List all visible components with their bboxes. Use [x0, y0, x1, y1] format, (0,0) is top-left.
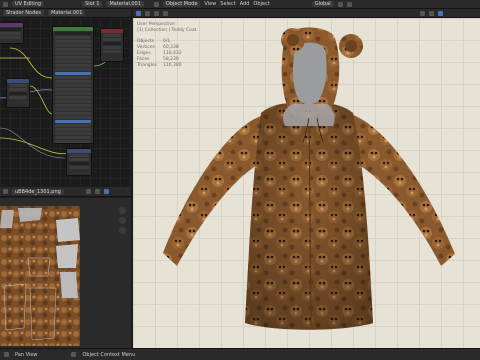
menu-select[interactable]: Select: [220, 1, 235, 7]
select-mode-icon[interactable]: [145, 10, 150, 16]
material-select[interactable]: Material.001: [106, 1, 144, 7]
pan-icon[interactable]: [119, 217, 126, 224]
uv-editor-header: uBB4de_1301.png: [0, 187, 131, 197]
principled-bsdf-node[interactable]: [52, 26, 94, 144]
node-editor[interactable]: [0, 18, 131, 186]
status-left-hint: Pan View: [15, 351, 38, 358]
select-mode-icon[interactable]: [154, 10, 159, 16]
uv-editor[interactable]: [0, 198, 131, 348]
proportional-edit-icon[interactable]: [346, 1, 352, 7]
status-right-hint: Object Context Menu: [82, 351, 136, 358]
pin-icon[interactable]: [94, 189, 100, 194]
transform-orientation-select[interactable]: Global: [311, 1, 334, 7]
texture-node[interactable]: [0, 22, 24, 44]
image-editor-icon[interactable]: [3, 189, 8, 194]
uv-tools: [119, 204, 126, 237]
3d-viewport[interactable]: User Perspective (1) Collection | Teddy …: [133, 18, 480, 348]
zoom-icon[interactable]: [119, 207, 126, 214]
new-image-icon[interactable]: [85, 189, 91, 194]
node-editor-header: Shader Nodes Material.001: [0, 9, 131, 18]
uv-texture-image: [0, 198, 131, 348]
mouse-right-icon: [71, 352, 77, 357]
editor-type-icon[interactable]: [3, 1, 8, 7]
mapping-node[interactable]: [6, 78, 30, 108]
mode-select[interactable]: Object Mode: [162, 1, 201, 7]
shading-material-icon[interactable]: [438, 10, 443, 16]
mouse-middle-icon: [4, 352, 9, 357]
node-material-select[interactable]: Material.001: [47, 10, 86, 16]
shader-tab[interactable]: Shader Nodes: [3, 10, 44, 16]
select-mode-icon[interactable]: [420, 10, 425, 16]
shading-solid-icon[interactable]: [429, 10, 434, 16]
slot-select[interactable]: Slot 1: [82, 1, 103, 7]
teddy-coat-model: [163, 27, 455, 330]
menu-add[interactable]: Add: [240, 1, 250, 7]
tab-workspace[interactable]: UV Editing: [12, 1, 45, 7]
select-mode-icon[interactable]: [163, 10, 168, 16]
status-bar: Pan View Object Context Menu: [0, 348, 480, 360]
select-box-icon[interactable]: [136, 10, 141, 16]
close-icon[interactable]: [103, 189, 109, 194]
menu-view[interactable]: View: [204, 1, 216, 7]
snap-icon[interactable]: [337, 1, 343, 7]
app-topbar: UV Editing Slot 1 Material.001 Object Mo…: [0, 0, 480, 9]
viewport-header: [133, 9, 480, 18]
menu-object[interactable]: Object: [253, 1, 269, 7]
material-output-node[interactable]: [100, 28, 124, 62]
camera-icon[interactable]: [119, 227, 126, 234]
image-name-field[interactable]: uBB4de_1301.png: [12, 188, 64, 195]
normal-map-node[interactable]: [66, 148, 92, 176]
viewport-editor-icon[interactable]: [153, 1, 159, 7]
